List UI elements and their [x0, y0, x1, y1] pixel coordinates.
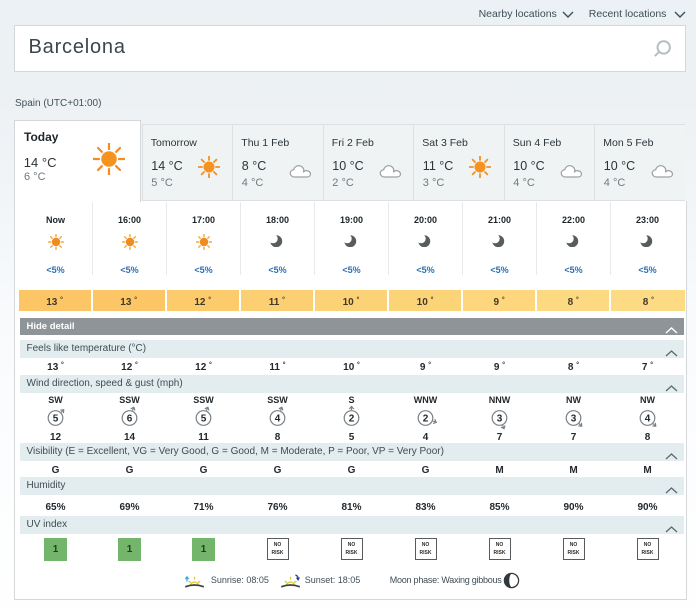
svg-text:2: 2 [348, 414, 354, 425]
svg-text:4: 4 [274, 414, 280, 425]
svg-text:5: 5 [200, 414, 206, 425]
svg-text:4: 4 [644, 414, 650, 425]
svg-text:3: 3 [570, 414, 576, 425]
svg-text:5: 5 [52, 414, 58, 425]
svg-text:6: 6 [126, 414, 132, 425]
svg-text:2: 2 [422, 414, 428, 425]
svg-text:3: 3 [496, 414, 502, 425]
